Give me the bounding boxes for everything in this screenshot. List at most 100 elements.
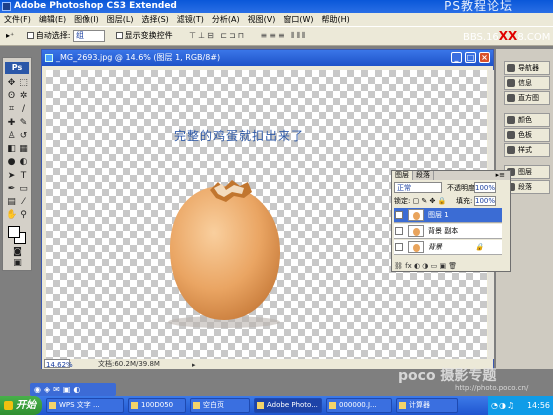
marquee-tool-icon[interactable]: ⬚ [18,78,29,89]
magic-wand-icon[interactable]: ✲ [18,91,29,102]
dock-histogram[interactable]: 直方图 [504,91,550,105]
menu-analysis[interactable]: 分析(A) [208,13,244,26]
dock-color[interactable]: 颜色 [504,113,550,127]
hand-tool-icon[interactable]: ✋ [6,210,17,221]
dock-info[interactable]: 信息 [504,76,550,90]
eye-icon[interactable] [395,227,403,235]
eye-icon[interactable] [395,211,403,219]
gradient-tool-icon[interactable]: ▦ [18,144,29,155]
opacity-field[interactable]: 100% [474,182,496,193]
zoom-level-field[interactable]: 14.62% [44,359,73,369]
taskbar-item-folder[interactable]: 100D050 [128,398,186,413]
notes-tool-icon[interactable]: ▤ [6,197,17,208]
clone-stamp-icon[interactable]: ♙ [6,131,17,142]
tab-paragraph[interactable]: 段落 [413,171,434,180]
layers-bottom-toolbar[interactable]: ⛓ fx ◐ ◑ ▭ ▣ 🗑 [394,262,508,271]
eraser-tool-icon[interactable]: ◧ [6,144,17,155]
type-tool-icon[interactable]: T [18,171,29,182]
status-arrow-icon[interactable]: ▸ [192,360,196,370]
lasso-tool-icon[interactable]: ʘ [6,91,17,102]
taskbar-item-photoshop[interactable]: Adobe Photo... [254,398,322,413]
layer-thumbnail [408,225,424,237]
menu-window[interactable]: 窗口(W) [279,13,317,26]
histogram-icon [507,94,515,102]
menu-help[interactable]: 帮助(H) [318,13,354,26]
menu-view[interactable]: 视图(V) [244,13,280,26]
lock-icons[interactable]: ▢ ✎ ✥ 🔒 [413,197,447,205]
dock-swatches-label: 色板 [518,131,532,139]
history-brush-icon[interactable]: ↺ [18,131,29,142]
slice-tool-icon[interactable]: ∕ [18,104,29,115]
blur-tool-icon[interactable]: ● [6,157,17,168]
align-buttons-icon[interactable]: ⊤⊥⊟ ⊏⊐⊓ [189,31,246,40]
eyedropper-icon[interactable]: ⁄ [18,197,29,208]
brush-tool-icon[interactable]: ✎ [18,118,29,129]
taskbar-item-calculator[interactable]: 计算器 [396,398,458,413]
menu-select[interactable]: 选择(S) [137,13,172,26]
fill-field[interactable]: 100% [474,196,496,206]
windows-logo-icon [4,401,13,410]
shape-tool-icon[interactable]: ▭ [18,184,29,195]
tab-layers[interactable]: 图层 [392,171,413,180]
taskbar-item-label: WPS 文字 ... [59,401,100,409]
menu-file[interactable]: 文件(F) [0,13,35,26]
wps-icon [49,402,56,409]
taskbar-item-wps[interactable]: WPS 文字 ... [46,398,124,413]
show-transform-label: 显示变换控件 [124,31,173,40]
taskbar-item-image-viewer[interactable]: 000000.J... [326,398,392,413]
bbs-watermark-post: 8.COM [517,32,551,43]
menu-layer[interactable]: 图层(L) [103,13,138,26]
forum-watermark: PS教程论坛 [444,0,513,13]
lock-icon: 🔒 [475,243,484,251]
auto-select-target-dropdown[interactable]: 组 [73,29,106,42]
bbs-watermark-mark: XX [498,29,518,43]
quick-launch-icons[interactable]: ◉◈✉▣◐ [34,385,83,394]
menu-filter[interactable]: 滤镜(T) [173,13,208,26]
maximize-button[interactable]: □ [465,52,476,63]
pen-tool-icon[interactable]: ✒ [6,184,17,195]
tray-icons[interactable]: ◔◑♫ [491,396,515,415]
eye-icon[interactable] [395,243,403,251]
start-button[interactable]: 开始 [0,396,42,415]
toolbox: Ps ✥ ⬚ ʘ ✲ ⌗ ∕ ✚ ✎ ♙ ↺ ◧ ▦ ● ◐ ➤ T ✒ ▭ ▤… [2,57,32,271]
bbs-watermark: BBS.16XX8.COM [463,26,553,46]
minimize-button[interactable]: _ [451,52,462,63]
document-icon [45,54,53,62]
panel-menu-icon[interactable]: ▸≡ [493,171,508,180]
dock-styles[interactable]: 样式 [504,143,550,157]
menu-edit[interactable]: 编辑(E) [35,13,70,26]
poco-watermark: poco 摄影专题 [398,368,497,384]
distribute-buttons-icon[interactable]: ≡≡≡ ⫴⫴⫴ [261,31,308,40]
move-tool-icon[interactable]: ✥ [6,78,17,89]
menu-bar: 文件(F) 编辑(E) 图像(I) 图层(L) 选择(S) 滤镜(T) 分析(A) 视图(V)… [0,13,553,26]
healing-brush-icon[interactable]: ✚ [6,118,17,129]
zoom-tool-icon[interactable]: ⚲ [18,210,29,221]
quick-mask-icon[interactable]: ◙ [12,247,23,258]
document-title-bar[interactable]: _MG_2693.jpg @ 14.6% (图层 1, RGB/8#) _ □ … [42,50,493,66]
layer-thumbnail [408,209,424,221]
close-button[interactable]: × [479,52,490,63]
show-transform-checkbox[interactable] [115,32,123,39]
screen-mode-icon[interactable]: ▣ [12,258,23,269]
photoshop-app-icon [2,2,11,11]
foreground-color-swatch[interactable] [8,226,20,238]
path-select-icon[interactable]: ➤ [6,171,17,182]
layer-row-background[interactable]: 背景 🔒 [394,240,502,255]
taskbar-item-blank-page[interactable]: 空白页 [190,398,250,413]
crop-tool-icon[interactable]: ⌗ [6,104,17,115]
move-tool-icon[interactable]: ▸⁺ [6,31,14,40]
blend-mode-dropdown[interactable]: 正常 [394,182,442,193]
dodge-tool-icon[interactable]: ◐ [18,157,29,168]
dock-navigator[interactable]: 导航器 [504,61,550,75]
styles-icon [507,146,515,154]
start-label: 开始 [16,400,36,411]
taskbar-item-label: 计算器 [409,401,430,409]
layer-row-background-copy[interactable]: 背景 副本 [394,224,502,239]
layer-name: 图层 1 [428,211,449,219]
auto-select-checkbox[interactable] [26,32,34,39]
dock-histogram-label: 直方图 [518,94,539,102]
dock-swatches[interactable]: 色板 [504,128,550,142]
layer-row-layer1[interactable]: 图层 1 [394,208,502,223]
document-size-readout: 文档:60.2M/39.8M [98,360,160,368]
menu-image[interactable]: 图像(I) [70,13,103,26]
